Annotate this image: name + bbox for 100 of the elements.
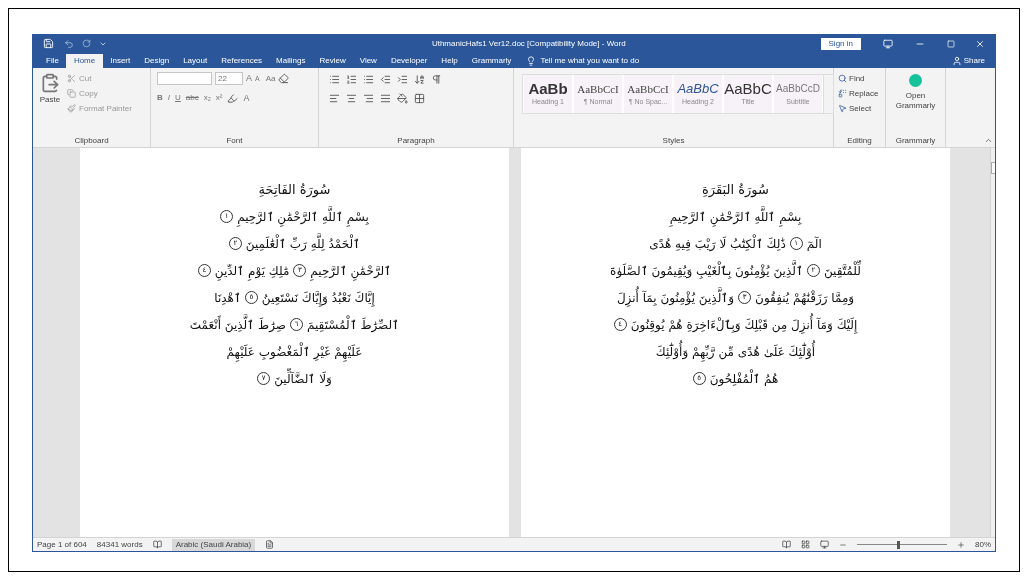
replace-icon (838, 89, 847, 98)
verse-text: الٓمٓ (806, 235, 822, 253)
decrease-indent-icon[interactable] (380, 74, 391, 85)
ribbon-tab[interactable]: Grammarly (464, 54, 519, 68)
group-label: Paragraph (396, 135, 436, 147)
undo-icon[interactable] (64, 38, 74, 49)
clear-formatting-icon[interactable] (278, 73, 290, 85)
macro-icon[interactable] (265, 540, 275, 549)
ribbon-tab[interactable]: Mailings (269, 54, 313, 68)
verse-text: مَٰلِكِ يَوْمِ ٱلدِّينِ (214, 261, 290, 280)
close-icon[interactable] (975, 38, 985, 49)
save-icon[interactable] (43, 38, 54, 49)
ribbon-tab[interactable]: Help (434, 54, 465, 68)
format-button[interactable]: x₂ (203, 92, 211, 105)
gallery-scrollbar[interactable] (823, 75, 833, 113)
format-button[interactable]: U (175, 92, 181, 105)
paste-button[interactable]: Paste (37, 72, 63, 135)
format-button[interactable]: x² (215, 92, 223, 105)
ribbon-tab[interactable]: Home (65, 54, 104, 68)
ribbon-tab[interactable]: File (39, 54, 66, 68)
align-right-icon[interactable] (363, 93, 374, 104)
page-count[interactable]: Page 1 of 604 (37, 538, 87, 551)
text-effects-icon[interactable] (227, 92, 239, 104)
paintbrush-icon (67, 104, 76, 113)
verse-text: ٱلَّذِينَ يُؤْمِنُونَ بِٱلْغَيْبِ وَيُقِيمُونَ ٱلصَّلَوٰةَ (610, 261, 803, 280)
verse-text: لِّلْمُتَّقِينَ (823, 261, 861, 280)
font-color-button[interactable]: A (243, 91, 250, 105)
shading-icon[interactable] (397, 93, 408, 104)
read-mode-icon[interactable] (782, 540, 791, 549)
surah-title: سُورَةُ الفَاتِحَةِ (258, 180, 331, 200)
ribbon-tab[interactable]: Layout (176, 54, 215, 68)
share-button[interactable]: Share (947, 54, 989, 68)
editing-button[interactable]: Replace (838, 87, 879, 100)
multilevel-list-icon[interactable] (363, 74, 374, 85)
verse-text: بِسْمِ ٱللَّهِ ٱلرَّحْمَٰنِ ٱلرَّحِيمِ (669, 207, 802, 226)
grammarly-logo (909, 74, 922, 87)
maximize-icon[interactable] (947, 39, 955, 48)
clipboard-icon (40, 72, 60, 94)
bullets-icon[interactable] (329, 74, 340, 85)
ribbon-tab[interactable]: Review (312, 54, 353, 68)
verse-text: ٱلصِّرَٰطَ ٱلْمُسْتَقِيمَ (307, 315, 400, 334)
group-label: Editing (846, 135, 873, 147)
ribbon-tab[interactable]: Insert (103, 54, 138, 68)
group-label: Styles (661, 135, 686, 147)
font-name-field[interactable] (157, 72, 212, 86)
verse-text: عَلَيْهِمْ غَيْرِ ٱلْمَغْضُوبِ عَلَيْهِمْ (226, 342, 363, 361)
sort-icon[interactable] (414, 74, 425, 85)
align-center-icon[interactable] (346, 93, 357, 104)
editing-button[interactable]: Select (838, 102, 879, 115)
lightbulb-icon (526, 56, 537, 66)
verse-text: وَلَا ٱلضَّآلِّينَ (274, 369, 332, 388)
increase-indent-icon[interactable] (397, 74, 408, 85)
justify-icon[interactable] (380, 93, 391, 104)
scissors-icon (67, 74, 76, 83)
verse-text: أُوْلَٰٓئِكَ عَلَىٰ هُدًى مِّن رَّبِّهِمْ وَأُوْلَٰٓئِكَ (655, 342, 816, 361)
ribbon-tab[interactable]: Developer (383, 54, 435, 68)
language-indicator[interactable]: Arabic (Saudi Arabia) (171, 538, 256, 551)
proofing-icon[interactable] (152, 540, 162, 549)
tell-me-field[interactable]: Tell me what you want to do (540, 55, 691, 67)
redo-icon[interactable] (82, 39, 91, 48)
font-size-field[interactable]: 22 (215, 72, 243, 86)
print-layout-icon[interactable] (801, 540, 810, 549)
pilcrow-icon[interactable] (431, 74, 442, 85)
change-case-button[interactable]: Aa (265, 72, 276, 85)
borders-icon[interactable] (414, 93, 425, 104)
ribbon-tab[interactable]: Design (137, 54, 177, 68)
align-left-icon[interactable] (329, 93, 340, 104)
verse-text: صِرَٰطَ ٱلَّذِينَ أَنْعَمْتَ (189, 315, 286, 334)
verse-text: وَمِمَّا رَزَقْنَٰهُمْ يُنفِقُونَ (755, 289, 855, 307)
verse-text: ٱهْدِنَا (214, 289, 241, 307)
surah-title: سُورَةُ البَقَرَةِ (702, 180, 769, 200)
search-icon (838, 74, 847, 83)
numbering-icon[interactable] (346, 74, 357, 85)
zoom-level[interactable]: 80% (975, 538, 991, 551)
ribbon-display-icon[interactable] (883, 38, 893, 49)
group-label: Font (225, 135, 244, 147)
ribbon-tab[interactable]: References (214, 54, 270, 68)
verse-text: ٱلْحَمْدُ لِلَّهِ رَبِّ ٱلْعَٰلَمِينَ (245, 234, 361, 253)
verse-text: بِسْمِ ٱللَّهِ ٱلرَّحْمَٰنِ ٱلرَّحِيمِ (237, 207, 369, 226)
verse-text: إِلَيْكَ وَمَآ أُنزِلَ مِن قَبْلِكَ وَبِٱلْءَاخِرَةِ هُمْ يُوقِنُونَ (630, 315, 858, 334)
format-button[interactable]: I (167, 92, 170, 105)
zoom-slider[interactable] (857, 540, 947, 549)
web-layout-icon[interactable] (820, 540, 829, 549)
format-button[interactable]: abc (185, 92, 199, 105)
window-title: UthmanicHafs1 Ver12.doc [Compatibility Mode] - Word (430, 37, 627, 50)
word-count[interactable]: 84341 words (96, 538, 143, 551)
group-label: Clipboard (73, 135, 110, 147)
person-icon (951, 56, 962, 66)
copy-icon (67, 89, 76, 98)
format-button[interactable]: B (157, 92, 163, 105)
open-grammarly-button[interactable]: Open Grammarly (890, 72, 941, 135)
zoom-slider-thumb[interactable] (897, 540, 901, 549)
grow-font-button[interactable]: A (246, 72, 252, 86)
verse-text: إِيَّاكَ نَعْبُدُ وَإِيَّاكَ نَسْتَعِينُ (261, 289, 375, 307)
verse-text: هُمُ ٱلْمُفْلِحُونَ (709, 369, 779, 388)
sign-in-button[interactable]: Sign in (820, 37, 861, 50)
zoom-in-icon[interactable] (957, 540, 965, 549)
ribbon-tab[interactable]: View (352, 54, 384, 68)
collapse-ribbon-icon[interactable] (984, 136, 993, 145)
editing-button[interactable]: Find (838, 72, 879, 85)
